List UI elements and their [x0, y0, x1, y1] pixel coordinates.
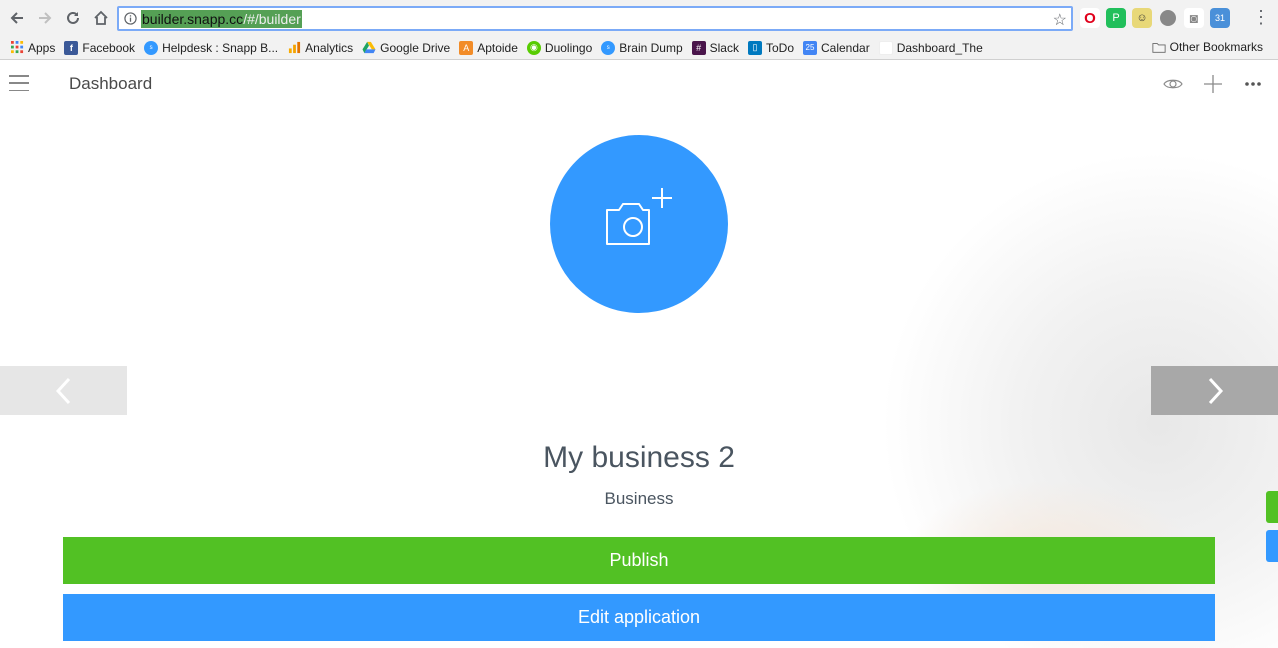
blank-page-icon [878, 40, 893, 55]
url-path: /#/builder [243, 10, 301, 27]
home-icon [94, 10, 108, 25]
opera-icon[interactable]: O [1080, 8, 1100, 28]
bookmark-label: Google Drive [380, 40, 451, 55]
slack-icon: # [691, 40, 706, 55]
bookmark-label: Dashboard_The [896, 40, 983, 55]
publish-button[interactable]: Publish [63, 537, 1215, 584]
other-bookmarks-label: Other Bookmarks [1169, 40, 1263, 54]
header-actions [1162, 73, 1264, 100]
reload-button[interactable] [59, 4, 87, 32]
snapp-icon: s [144, 40, 159, 55]
bookmark-todo[interactable]: ▯ ToDo [747, 40, 794, 55]
bookmark-brain-dump[interactable]: s Brain Dump [601, 40, 683, 55]
reload-icon [67, 11, 79, 24]
preview-eye-icon[interactable] [1162, 73, 1184, 100]
app-header: Dashboard [0, 61, 1278, 107]
chevron-right-icon [1208, 377, 1223, 404]
extension-icon[interactable] [1160, 10, 1176, 26]
business-name: My business 2 [543, 441, 735, 474]
browser-menu-icon[interactable]: ⋮ [1252, 8, 1270, 26]
url-host: builder.snapp.cc [142, 10, 244, 27]
bookmark-label: Facebook [82, 40, 136, 55]
bookmark-helpdesk[interactable]: s Helpdesk : Snapp B... [144, 40, 279, 55]
bookmark-label: ToDo [765, 40, 794, 55]
hamburger-menu-icon[interactable] [9, 75, 29, 91]
browser-toolbar: builder.snapp.cc/#/builder ☆ O P ☺ ◙ 31 … [0, 0, 1278, 36]
forward-button[interactable] [31, 4, 59, 32]
calendar-extension-icon[interactable]: 31 [1210, 8, 1230, 28]
business-type: Business [604, 489, 674, 508]
bookmark-analytics[interactable]: Analytics [287, 41, 353, 55]
url-text[interactable]: builder.snapp.cc/#/builder [141, 9, 302, 28]
side-tab-green[interactable] [1266, 491, 1278, 523]
add-plus-icon[interactable] [1202, 73, 1224, 100]
next-arrow-button[interactable] [1151, 366, 1278, 415]
info-icon[interactable] [119, 12, 141, 25]
bookmark-star-icon[interactable]: ☆ [1053, 10, 1067, 30]
bookmark-label: Duolingo [544, 40, 593, 55]
page-title: Dashboard [69, 74, 153, 93]
bookmark-dashboard[interactable]: Dashboard_The [878, 40, 983, 55]
bookmark-slack[interactable]: # Slack [691, 40, 739, 55]
bookmark-apps[interactable]: Apps [10, 41, 55, 55]
back-button[interactable] [3, 4, 31, 32]
arrow-right-icon [39, 12, 52, 24]
bookmark-google-drive[interactable]: Google Drive [362, 41, 450, 55]
calendar-icon: 25 [803, 40, 817, 55]
trello-icon: ▯ [747, 40, 762, 55]
side-tab-blue[interactable] [1266, 530, 1278, 562]
edit-application-button[interactable]: Edit application [63, 594, 1215, 641]
bookmarks-bar: Apps f Facebook s Helpdesk : Snapp B... … [0, 36, 1278, 60]
bookmark-label: Slack [709, 40, 739, 55]
other-bookmarks[interactable]: Other Bookmarks [1152, 40, 1263, 54]
pushbullet-icon[interactable]: P [1106, 8, 1126, 28]
arrow-left-icon [10, 12, 23, 24]
app-icon-upload[interactable] [550, 135, 728, 313]
folder-icon [1152, 40, 1166, 54]
google-drive-icon [362, 41, 376, 55]
bookmark-label: Analytics [305, 40, 354, 55]
aptoide-icon: A [459, 40, 474, 55]
bookmark-label: Apps [28, 40, 56, 55]
bookmark-label: Brain Dump [619, 40, 683, 55]
snapp-icon: s [601, 40, 616, 55]
duolingo-icon: ◉ [526, 40, 541, 55]
previous-arrow-button[interactable] [0, 366, 127, 415]
facebook-icon: f [64, 40, 79, 55]
camera-icon[interactable]: ◙ [1184, 8, 1204, 28]
apps-grid-icon [10, 41, 24, 55]
bookmark-facebook[interactable]: f Facebook [64, 40, 136, 55]
address-bar[interactable]: builder.snapp.cc/#/builder ☆ [117, 6, 1073, 31]
camera-add-icon [606, 188, 672, 245]
extension-icon[interactable]: ☺ [1132, 8, 1152, 28]
bookmark-label: Aptoide [477, 40, 518, 55]
home-button[interactable] [87, 4, 115, 32]
bookmark-duolingo[interactable]: ◉ Duolingo [526, 40, 593, 55]
bookmark-calendar[interactable]: 25 Calendar [803, 40, 870, 55]
bookmark-label: Helpdesk : Snapp B... [162, 40, 279, 55]
chevron-left-icon [55, 377, 70, 404]
bookmark-aptoide[interactable]: A Aptoide [459, 40, 518, 55]
analytics-icon [287, 41, 301, 55]
bookmark-label: Calendar [821, 40, 870, 55]
extensions-bar: O P ☺ ◙ 31 [1080, 8, 1230, 28]
more-options-icon[interactable] [1242, 73, 1264, 100]
